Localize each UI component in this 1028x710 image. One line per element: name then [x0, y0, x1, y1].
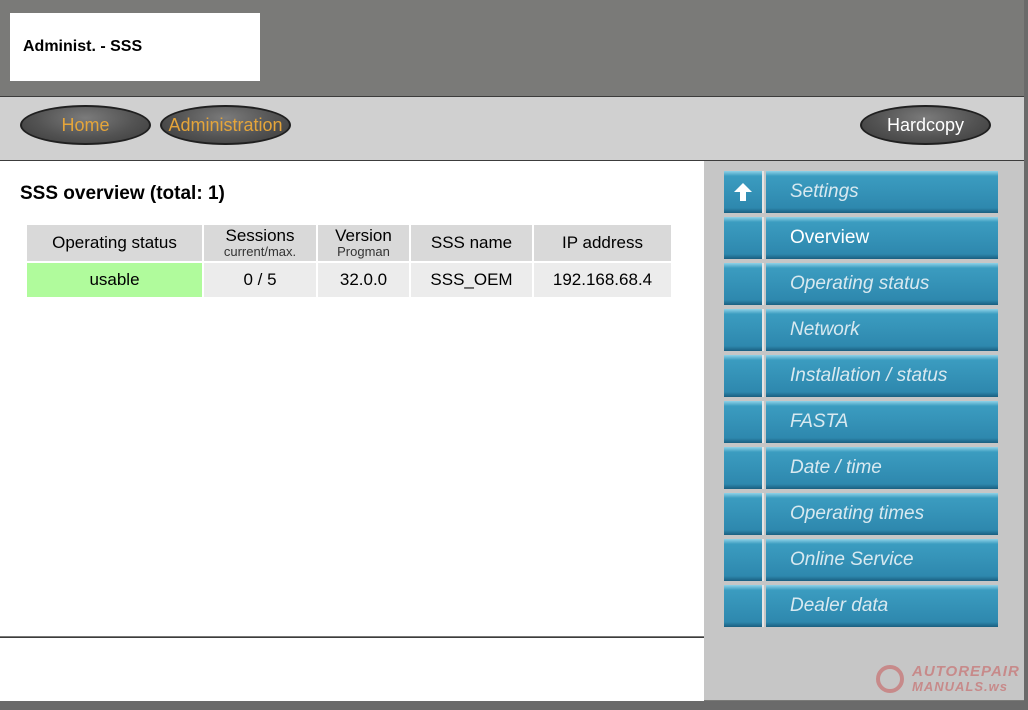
sidebar-item-date-time[interactable]: Date / time	[724, 447, 998, 489]
menu-square	[724, 585, 764, 627]
sidebar-item-installation-status[interactable]: Installation / status	[724, 355, 998, 397]
menu-square	[724, 493, 764, 535]
sidebar-item-fasta[interactable]: FASTA	[724, 401, 998, 443]
sidebar-item-dealer-data[interactable]: Dealer data	[724, 585, 998, 627]
column-header-version: Version Progman	[318, 225, 409, 261]
column-header-label: SSS name	[430, 233, 513, 252]
column-header-sessions: Sessions current/max.	[204, 225, 316, 261]
sidebar-item-overview[interactable]: Overview	[724, 217, 998, 259]
watermark-logo: AUTOREPAIR MANUALS.ws	[876, 663, 1020, 697]
column-header-sss-name: SSS name	[411, 225, 532, 261]
cell-version: 32.0.0	[318, 263, 409, 297]
column-header-label: Operating status	[52, 233, 177, 252]
window-bottom-border	[0, 701, 1028, 710]
home-button[interactable]: Home	[20, 105, 151, 145]
sidebar-item-label[interactable]: Settings	[766, 171, 998, 213]
sidebar-item-online-service[interactable]: Online Service	[724, 539, 998, 581]
menu-square	[724, 447, 764, 489]
menu-square	[724, 401, 764, 443]
watermark-line1: AUTOREPAIR	[912, 663, 1020, 680]
sidebar-item-label[interactable]: Online Service	[766, 539, 998, 581]
sss-overview-table: Operating status Sessions current/max. Ve…	[25, 223, 673, 299]
nav-bar: Home Administration Hardcopy	[0, 97, 1024, 161]
cell-operating-status: usable	[27, 263, 202, 297]
watermark-line2: MANUALS.ws	[912, 679, 1008, 694]
window-title-box: Administ. - SSS	[10, 13, 260, 81]
sidebar-item-network[interactable]: Network	[724, 309, 998, 351]
menu-square	[724, 355, 764, 397]
sidebar-item-settings[interactable]: Settings	[724, 171, 998, 213]
menu-square	[724, 217, 764, 259]
page-title: SSS overview (total: 1)	[20, 183, 225, 204]
sidebar-item-label[interactable]: Date / time	[766, 447, 998, 489]
sidebar: Settings Overview Operating status Netwo…	[704, 161, 1024, 700]
sidebar-item-label[interactable]: Overview	[766, 217, 998, 259]
administration-button[interactable]: Administration	[160, 105, 291, 145]
column-header-label: Version	[335, 226, 392, 245]
sidebar-item-label[interactable]: Installation / status	[766, 355, 998, 397]
column-header-label: IP address	[562, 233, 643, 252]
table-row[interactable]: usable 0 / 5 32.0.0 SSS_OEM 192.168.68.4	[27, 263, 671, 297]
sidebar-item-operating-status[interactable]: Operating status	[724, 263, 998, 305]
sidebar-item-label[interactable]: Operating times	[766, 493, 998, 535]
sidebar-item-label[interactable]: FASTA	[766, 401, 998, 443]
column-header-operating-status: Operating status	[27, 225, 202, 261]
sidebar-item-label[interactable]: Operating status	[766, 263, 998, 305]
cell-sss-name: SSS_OEM	[411, 263, 532, 297]
watermark-icon	[876, 665, 904, 693]
hardcopy-button[interactable]: Hardcopy	[860, 105, 991, 145]
column-header-sublabel: current/max.	[223, 244, 297, 259]
menu-square	[724, 539, 764, 581]
cell-ip-address: 192.168.68.4	[534, 263, 671, 297]
column-header-ip-address: IP address	[534, 225, 671, 261]
sidebar-item-label[interactable]: Network	[766, 309, 998, 351]
menu-square	[724, 309, 764, 351]
column-header-sublabel: Progman	[337, 244, 390, 259]
main-content: SSS overview (total: 1) Operating status…	[0, 161, 704, 636]
cell-sessions: 0 / 5	[204, 263, 316, 297]
window-title: Administ. - SSS	[23, 38, 143, 55]
sidebar-item-label[interactable]: Dealer data	[766, 585, 998, 627]
sidebar-item-operating-times[interactable]: Operating times	[724, 493, 998, 535]
title-bar: Administ. - SSS	[0, 0, 1024, 97]
menu-square	[724, 263, 764, 305]
table-header-row: Operating status Sessions current/max. Ve…	[27, 225, 671, 261]
window-right-border	[1024, 0, 1028, 710]
column-header-label: Sessions	[225, 226, 295, 245]
footer-area	[0, 637, 704, 701]
up-arrow-icon[interactable]	[724, 171, 764, 213]
